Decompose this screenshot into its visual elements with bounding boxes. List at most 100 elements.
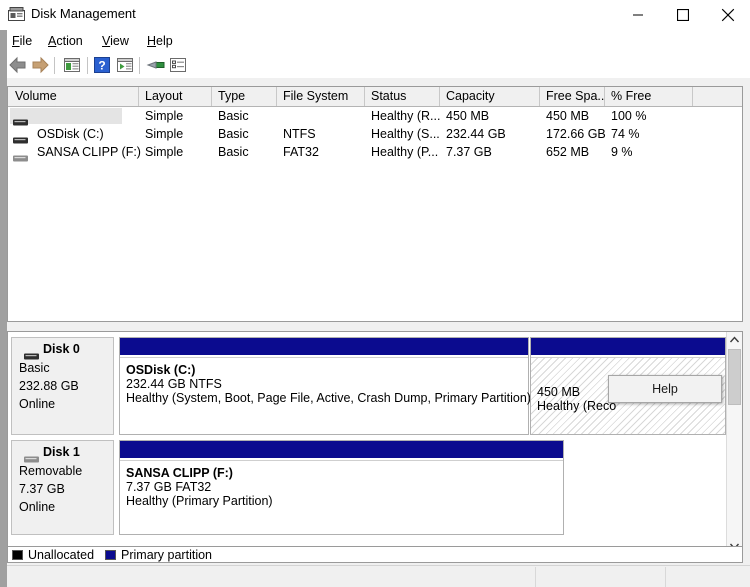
- column-header-capacity[interactable]: Capacity: [440, 87, 540, 106]
- window-left-edge: [0, 30, 7, 587]
- graphical-view-panel: Disk 0 Basic 232.88 GB Online OSDisk (C:…: [7, 331, 743, 555]
- cell-volume: [11, 107, 165, 125]
- column-header-type[interactable]: Type: [212, 87, 277, 106]
- volume-list-rows: Simple Basic Healthy (R... 450 MB 450 MB…: [8, 107, 742, 162]
- maximize-button[interactable]: [660, 0, 705, 30]
- disk-info-disk-0[interactable]: Disk 0 Basic 232.88 GB Online: [11, 337, 114, 435]
- scrollbar-thumb[interactable]: [728, 349, 741, 405]
- toolbar-separator: [139, 57, 140, 74]
- disk-icon: [24, 349, 39, 360]
- partition-sansa-clipp-f[interactable]: SANSA CLIPP (F:) 7.37 GB FAT32 Healthy (…: [119, 440, 564, 535]
- cell-volume: OSDisk (C:): [37, 127, 104, 141]
- partition-osdisk-c[interactable]: OSDisk (C:) 232.44 GB NTFS Healthy (Syst…: [119, 337, 531, 435]
- cell-type: Basic: [218, 127, 249, 141]
- menu-view[interactable]: View: [96, 33, 135, 50]
- cell-percent-free: 100 %: [611, 109, 647, 123]
- disk-management-icon: [8, 7, 25, 22]
- help-icon[interactable]: ?: [93, 56, 115, 75]
- column-header-layout[interactable]: Layout: [139, 87, 212, 106]
- context-menu: Help: [608, 375, 722, 403]
- disk-icon: [24, 452, 39, 463]
- menu-bar: File Action View Help: [0, 30, 750, 52]
- cell-free-space: 450 MB: [546, 109, 590, 123]
- volume-list-header: Volume Layout Type File System Status Ca…: [8, 87, 742, 107]
- disk-state: Online: [19, 500, 56, 514]
- forward-arrow-icon[interactable]: [30, 56, 52, 75]
- toolbar-separator: [54, 57, 55, 74]
- cell-volume: SANSA CLIPP (F:): [37, 145, 141, 159]
- legend-swatch-primary-partition: [105, 550, 116, 560]
- cell-type: Basic: [218, 145, 249, 159]
- partition-size-fs: 232.44 GB NTFS: [126, 377, 222, 391]
- minimize-icon: [632, 14, 643, 16]
- close-button[interactable]: [705, 0, 750, 30]
- disk-info-disk-1[interactable]: Disk 1 Removable 7.37 GB Online: [11, 440, 114, 535]
- svg-text:?: ?: [98, 59, 105, 73]
- properties-icon[interactable]: [168, 56, 190, 75]
- toolbar-separator: [87, 57, 88, 74]
- partition-color-bar: [120, 338, 528, 355]
- minimize-button[interactable]: [615, 0, 660, 30]
- disk-name: Disk 0: [43, 342, 80, 356]
- disk-size: 232.88 GB: [19, 379, 79, 393]
- cell-type: Basic: [218, 109, 249, 123]
- menu-action[interactable]: Action: [42, 33, 89, 50]
- vertical-scrollbar[interactable]: [726, 332, 742, 554]
- cell-file-system: FAT32: [283, 145, 319, 159]
- legend-swatch-unallocated: [12, 550, 23, 560]
- partition-size-fs: 7.37 GB FAT32: [126, 480, 212, 494]
- rescan-disks-icon[interactable]: [146, 56, 168, 75]
- table-row[interactable]: OSDisk (C:) Simple Basic NTFS Healthy (S…: [8, 125, 742, 144]
- partition-status: Healthy (System, Boot, Page File, Active…: [126, 391, 531, 405]
- close-icon: [721, 8, 734, 22]
- legend-label-unallocated: Unallocated: [28, 548, 95, 562]
- column-header-volume[interactable]: Volume: [9, 87, 139, 106]
- cell-free-space: 172.66 GB: [546, 127, 606, 141]
- disk-row-disk-1: Disk 1 Removable 7.37 GB Online SANSA CL…: [11, 440, 726, 535]
- disk-management-window: Disk Management File Action View Help ? …: [0, 0, 750, 587]
- cell-capacity: 7.37 GB: [446, 145, 492, 159]
- column-header-percent-free[interactable]: % Free: [605, 87, 693, 106]
- cell-file-system: [283, 107, 368, 125]
- cell-percent-free: 9 %: [611, 145, 633, 159]
- cell-layout: Simple: [145, 145, 184, 159]
- column-header-file-system[interactable]: File System: [277, 87, 365, 106]
- cell-capacity: 232.44 GB: [446, 127, 506, 141]
- table-row[interactable]: Simple Basic Healthy (R... 450 MB 450 MB…: [8, 107, 742, 126]
- partition-name: SANSA CLIPP (F:): [126, 466, 233, 480]
- back-arrow-icon[interactable]: [8, 56, 30, 75]
- maximize-icon: [676, 9, 689, 21]
- partition-area-disk-1: SANSA CLIPP (F:) 7.37 GB FAT32 Healthy (…: [119, 440, 726, 535]
- partition-status: Healthy (Primary Partition): [126, 494, 273, 508]
- column-header-status[interactable]: Status: [365, 87, 440, 106]
- cell-status: Healthy (R...: [371, 109, 441, 123]
- status-bar: [0, 565, 750, 587]
- chevron-up-icon: [729, 336, 740, 343]
- volume-list-panel: Volume Layout Type File System Status Ca…: [7, 86, 743, 322]
- window-title: Disk Management: [31, 6, 136, 21]
- disk-type: Removable: [19, 464, 83, 478]
- legend: Unallocated Primary partition: [7, 546, 743, 563]
- partition-details: SANSA CLIPP (F:) 7.37 GB FAT32 Healthy (…: [120, 460, 563, 534]
- show-hide-action-pane-icon[interactable]: [115, 56, 137, 75]
- scrollbar-up-button[interactable]: [727, 332, 742, 348]
- menu-help[interactable]: Help: [141, 33, 179, 50]
- disk-type: Basic: [19, 361, 50, 375]
- cell-percent-free: 74 %: [611, 127, 640, 141]
- cell-status: Healthy (S...: [371, 127, 440, 141]
- column-header-free-space[interactable]: Free Spa...: [540, 87, 605, 106]
- partition-color-bar: [120, 441, 563, 458]
- show-hide-console-tree-icon[interactable]: [62, 56, 84, 75]
- cell-capacity: 450 MB: [446, 109, 490, 123]
- disk-name: Disk 1: [43, 445, 80, 459]
- status-bar-divider: [535, 567, 536, 587]
- cell-layout: Simple: [145, 127, 184, 141]
- disk-state: Online: [19, 397, 56, 411]
- context-menu-item-help[interactable]: Help: [609, 376, 721, 402]
- status-bar-divider: [665, 567, 666, 587]
- column-header-blank[interactable]: [693, 87, 742, 106]
- toolbar: ?: [0, 52, 750, 78]
- menu-file[interactable]: File: [6, 33, 38, 50]
- cell-layout: Simple: [145, 109, 184, 123]
- table-row[interactable]: SANSA CLIPP (F:) Simple Basic FAT32 Heal…: [8, 143, 742, 162]
